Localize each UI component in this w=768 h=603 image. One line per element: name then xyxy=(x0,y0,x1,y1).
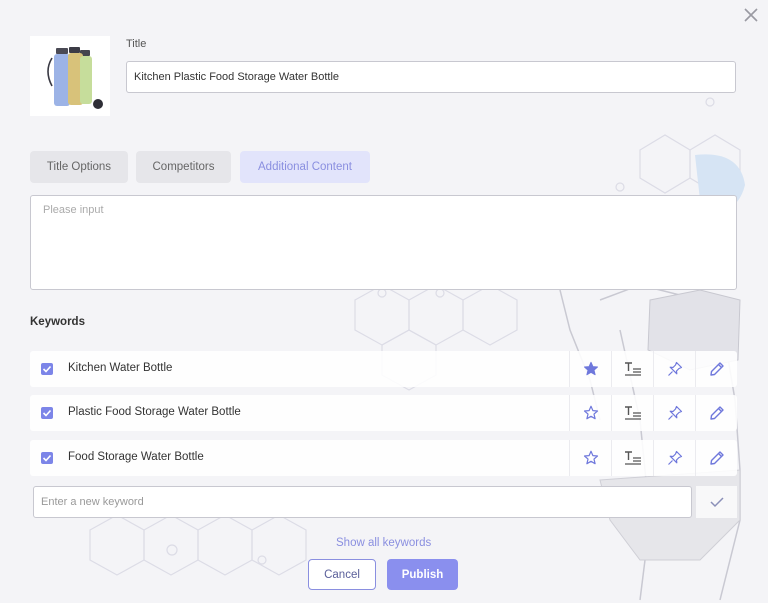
new-keyword-input[interactable] xyxy=(33,486,692,518)
pin-button[interactable] xyxy=(653,395,695,431)
keyword-label: Food Storage Water Bottle xyxy=(68,451,204,463)
product-image xyxy=(30,36,110,116)
keyword-checkbox[interactable] xyxy=(41,407,53,419)
tab-additional-content[interactable]: Additional Content xyxy=(240,151,370,183)
checkbox-check-icon xyxy=(42,409,52,417)
pencil-icon xyxy=(709,451,724,465)
star-button[interactable] xyxy=(569,440,611,476)
checkbox-check-icon xyxy=(42,365,52,373)
pin-button[interactable] xyxy=(653,440,695,476)
add-keyword-button[interactable] xyxy=(696,486,737,518)
keyword-row: Kitchen Water Bottle xyxy=(30,351,737,387)
keyword-row: Food Storage Water Bottle xyxy=(30,440,737,476)
checkmark-icon xyxy=(709,497,724,508)
pencil-icon xyxy=(709,406,724,420)
keyword-row: Plastic Food Storage Water Bottle xyxy=(30,395,737,431)
show-all-keywords-link[interactable]: Show all keywords xyxy=(336,537,431,549)
edit-button[interactable] xyxy=(695,351,737,387)
checkbox-check-icon xyxy=(42,454,52,462)
text-format-icon xyxy=(624,362,641,376)
pencil-icon xyxy=(709,362,724,376)
tab-competitors[interactable]: Competitors xyxy=(136,151,231,183)
tab-title-options[interactable]: Title Options xyxy=(30,151,128,183)
pin-icon xyxy=(667,450,682,465)
star-button[interactable] xyxy=(569,351,611,387)
format-button[interactable] xyxy=(611,440,653,476)
title-label: Title xyxy=(126,38,147,50)
format-button[interactable] xyxy=(611,351,653,387)
additional-content-textarea[interactable] xyxy=(30,195,737,290)
pin-button[interactable] xyxy=(653,351,695,387)
keyword-label: Plastic Food Storage Water Bottle xyxy=(68,406,241,418)
publish-button[interactable]: Publish xyxy=(387,559,458,590)
star-button[interactable] xyxy=(569,395,611,431)
keywords-heading: Keywords xyxy=(30,316,85,328)
star-icon xyxy=(583,361,598,376)
pin-icon xyxy=(667,405,682,420)
close-icon[interactable] xyxy=(742,6,760,24)
text-format-icon xyxy=(624,451,641,465)
star-icon xyxy=(583,405,598,420)
pin-icon xyxy=(667,361,682,376)
edit-button[interactable] xyxy=(695,440,737,476)
keyword-checkbox[interactable] xyxy=(41,363,53,375)
title-input[interactable] xyxy=(126,61,736,93)
keyword-checkbox[interactable] xyxy=(41,452,53,464)
text-format-icon xyxy=(624,406,641,420)
edit-button[interactable] xyxy=(695,395,737,431)
star-icon xyxy=(583,450,598,465)
format-button[interactable] xyxy=(611,395,653,431)
keyword-label: Kitchen Water Bottle xyxy=(68,362,173,374)
cancel-button[interactable]: Cancel xyxy=(308,559,376,590)
